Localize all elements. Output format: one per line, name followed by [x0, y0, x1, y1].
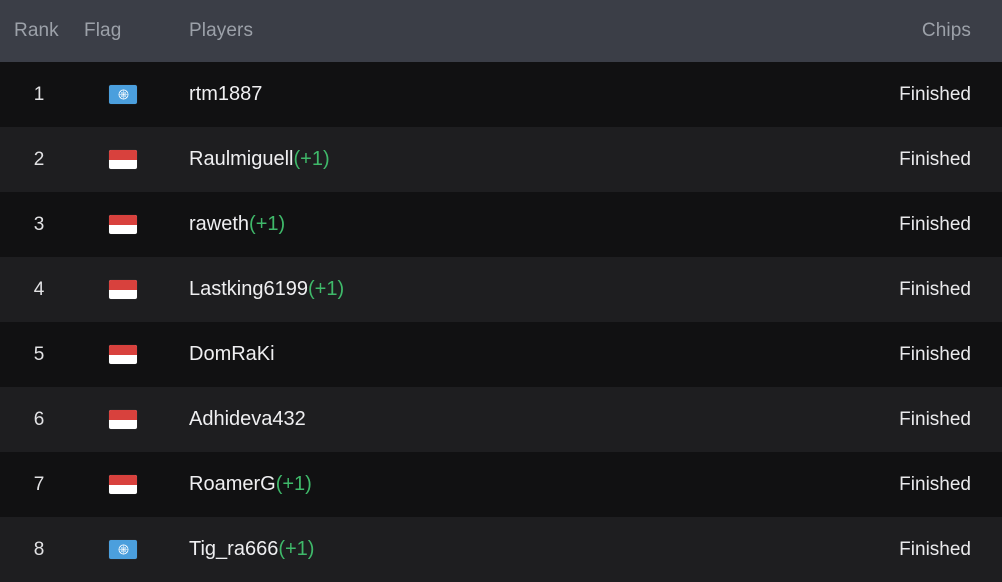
table-body: 1 rtm1887 Finished 2 Raulmiguell(+1) Finished…	[0, 62, 1002, 582]
player-name: DomRaKi	[189, 343, 275, 365]
cell-rank: 2	[33, 148, 45, 170]
table-row[interactable]: 6 Adhideva432 Finished	[0, 387, 1002, 452]
player-rebuy-badge: (+1)	[307, 278, 345, 300]
cell-player[interactable]: raweth(+1)	[168, 213, 802, 236]
player-name: Lastking6199	[189, 278, 308, 300]
indonesia-flag-icon	[109, 150, 137, 169]
cell-player[interactable]: Adhideva432	[168, 408, 802, 431]
cell-player[interactable]: Lastking6199(+1)	[168, 278, 802, 301]
cell-flag	[78, 150, 168, 169]
cell-rank: 8	[33, 538, 45, 560]
table-row[interactable]: 5 DomRaKi Finished	[0, 322, 1002, 387]
player-rebuy-badge: (+1)	[275, 473, 312, 495]
cell-flag	[78, 345, 168, 364]
table-row[interactable]: 7 RoamerG(+1) Finished	[0, 452, 1002, 517]
player-rebuy-badge: (+1)	[293, 148, 330, 170]
cell-player[interactable]: Raulmiguell(+1)	[168, 148, 802, 171]
cell-chips: Finished	[899, 473, 971, 495]
cell-player[interactable]: RoamerG(+1)	[168, 473, 802, 496]
united-nations-flag-icon	[109, 540, 137, 559]
united-nations-flag-icon	[109, 85, 137, 104]
player-name: rtm1887	[189, 83, 263, 105]
table-row[interactable]: 3 raweth(+1) Finished	[0, 192, 1002, 257]
indonesia-flag-icon	[109, 345, 137, 364]
cell-chips: Finished	[899, 213, 971, 235]
table-row[interactable]: 8 Tig_ra666(+1) Finished	[0, 517, 1002, 582]
cell-flag	[78, 475, 168, 494]
cell-flag	[78, 410, 168, 429]
cell-player[interactable]: rtm1887	[168, 83, 802, 106]
table-header-row: Rank Flag Players Chips	[0, 0, 1002, 62]
cell-flag	[78, 215, 168, 234]
cell-chips: Finished	[899, 538, 971, 560]
indonesia-flag-icon	[109, 475, 137, 494]
table-row[interactable]: 4 Lastking6199(+1) Finished	[0, 257, 1002, 322]
indonesia-flag-icon	[109, 410, 137, 429]
indonesia-flag-icon	[109, 280, 137, 299]
column-header-players[interactable]: Players	[168, 20, 802, 42]
column-header-chips[interactable]: Chips	[802, 20, 1002, 42]
cell-chips: Finished	[899, 148, 971, 170]
cell-rank: 4	[33, 278, 45, 300]
cell-rank: 1	[33, 83, 45, 105]
cell-rank: 3	[33, 213, 45, 235]
table-row[interactable]: 2 Raulmiguell(+1) Finished	[0, 127, 1002, 192]
cell-flag	[78, 540, 168, 559]
table-row[interactable]: 1 rtm1887 Finished	[0, 62, 1002, 127]
cell-rank: 5	[33, 343, 45, 365]
indonesia-flag-icon	[109, 215, 137, 234]
leaderboard-table: Rank Flag Players Chips 1 rtm1887 Finished…	[0, 0, 1002, 582]
player-name: Raulmiguell	[189, 148, 294, 170]
column-header-flag[interactable]: Flag	[78, 20, 168, 42]
player-rebuy-badge: (+1)	[249, 213, 286, 235]
cell-player[interactable]: DomRaKi	[168, 343, 802, 366]
player-name: Tig_ra666	[189, 538, 279, 560]
cell-rank: 7	[33, 473, 45, 495]
player-name: RoamerG	[189, 473, 276, 495]
player-name: raweth	[189, 213, 250, 235]
cell-chips: Finished	[899, 408, 971, 430]
player-rebuy-badge: (+1)	[278, 538, 315, 560]
cell-chips: Finished	[899, 278, 971, 300]
cell-rank: 6	[33, 408, 45, 430]
cell-chips: Finished	[899, 83, 971, 105]
column-header-rank[interactable]: Rank	[0, 20, 78, 42]
cell-player[interactable]: Tig_ra666(+1)	[168, 538, 802, 561]
cell-flag	[78, 280, 168, 299]
cell-flag	[78, 85, 168, 104]
cell-chips: Finished	[899, 343, 971, 365]
player-name: Adhideva432	[189, 408, 306, 430]
